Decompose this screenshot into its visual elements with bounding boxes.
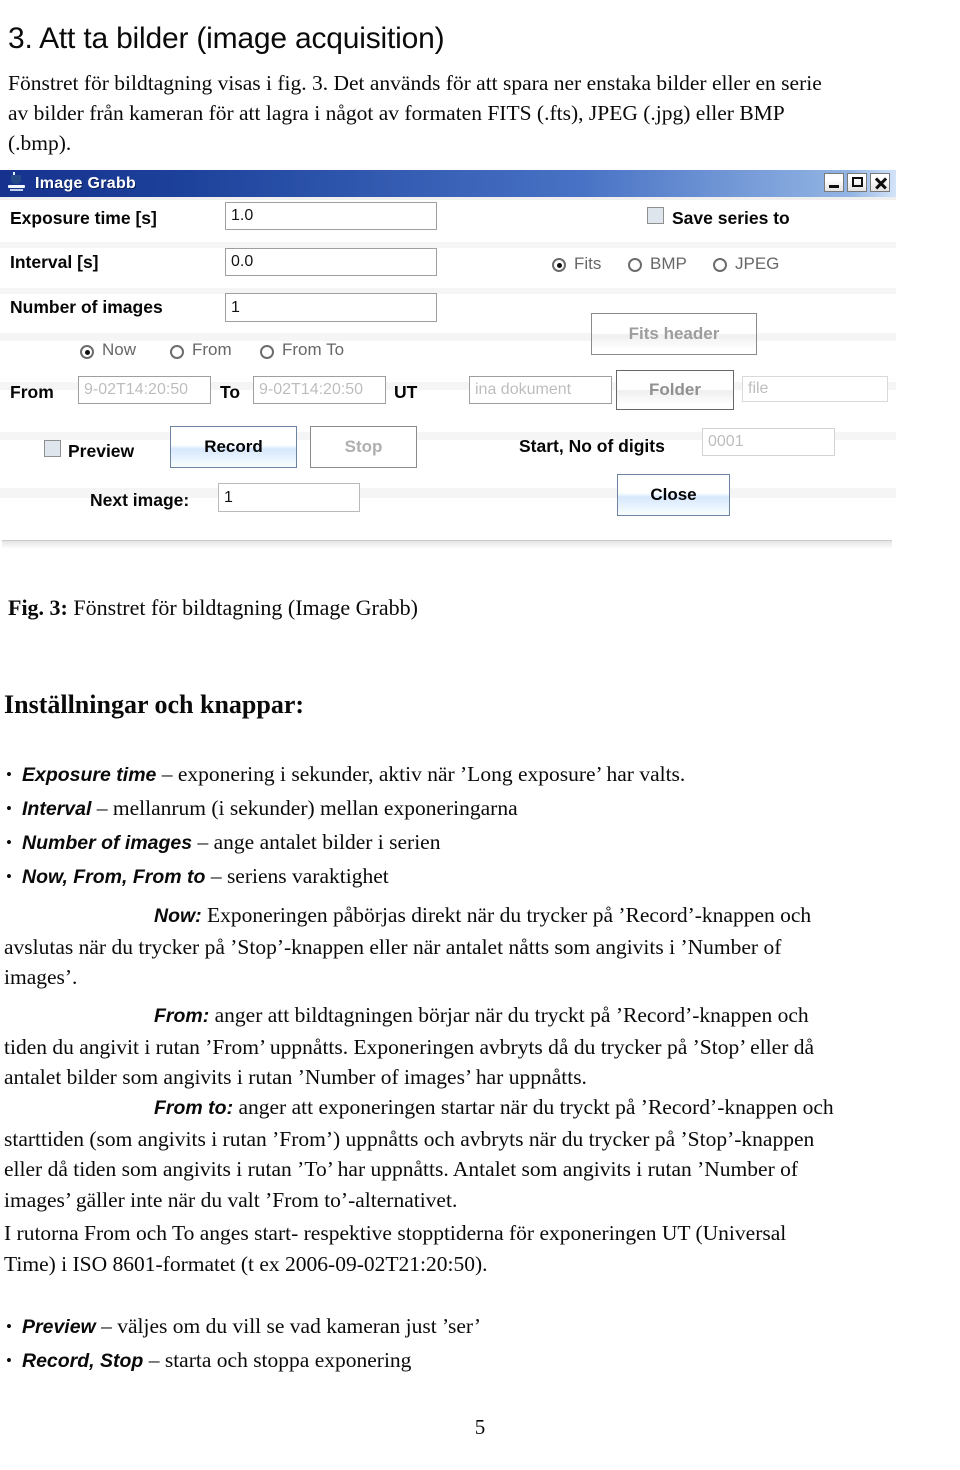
list-item: Preview – väljes om du vill se vad kamer… <box>4 1310 956 1344</box>
interval-input[interactable]: 0.0 <box>225 248 437 276</box>
time-radio-from-to[interactable] <box>260 345 274 359</box>
intro-line: Fönstret för bildtagning visas i fig. 3.… <box>8 71 822 95</box>
paragraph-ut-note: I rutorna From och To anges start- respe… <box>4 1218 958 1279</box>
paragraph-line: eller då tiden som angivits i rutan ’To’… <box>4 1157 799 1181</box>
intro-line: (.bmp). <box>8 131 72 155</box>
figure-image-grabb-window: Image Grabb Exposure time [s] 1.0 Save s… <box>0 170 896 552</box>
format-radio-jpeg[interactable] <box>713 258 727 272</box>
paragraph-from: From: anger att bildtagningen börjar när… <box>4 1000 958 1093</box>
row-divider <box>0 288 896 294</box>
preview-label: Preview <box>68 441 135 461</box>
paragraph-line: images’. <box>4 965 78 989</box>
window-status-bar <box>2 540 892 550</box>
folder-button[interactable]: Folder <box>616 370 734 410</box>
number-of-images-input[interactable]: 1 <box>225 293 437 322</box>
time-radio-now-label: Now <box>102 340 137 359</box>
window-titlebar: Image Grabb <box>0 170 896 197</box>
bullet-term: Preview <box>22 1316 96 1338</box>
coffee-cup-icon <box>7 172 26 193</box>
file-name-input[interactable]: file <box>742 376 888 402</box>
maximize-icon[interactable] <box>847 173 867 192</box>
number-of-images-label: Number of images <box>10 297 163 317</box>
from-input[interactable]: 9-02T14:20:50 <box>78 376 211 404</box>
exposure-time-input[interactable]: 1.0 <box>225 202 437 230</box>
bullet-term: Interval <box>22 798 92 820</box>
bullet-text: – exponering i sekunder, aktiv när ’Long… <box>156 762 686 786</box>
window-title: Image Grabb <box>35 174 137 192</box>
bullet-term: Record, Stop <box>22 1350 144 1372</box>
list-item: Exposure time – exponering i sekunder, a… <box>4 758 956 792</box>
window-controls <box>824 173 890 192</box>
close-icon[interactable] <box>870 173 890 192</box>
paragraph-now: Now: Exponeringen påbörjas direkt när du… <box>4 900 958 993</box>
paragraph-line: anger att bildtagningen börjar när du tr… <box>209 1003 809 1027</box>
paragraph-line: I rutorna From och To anges start- respe… <box>4 1221 787 1245</box>
bullet-term: Number of images <box>22 832 193 854</box>
time-radio-now[interactable] <box>80 345 94 359</box>
save-series-to-checkbox[interactable] <box>647 207 664 224</box>
settings-bullet-list: Exposure time – exponering i sekunder, a… <box>4 758 956 894</box>
from-label: From <box>10 382 54 402</box>
record-button[interactable]: Record <box>170 426 297 468</box>
start-digits-input[interactable]: 0001 <box>702 428 835 456</box>
list-item: Interval – mellanrum (i sekunder) mellan… <box>4 792 956 826</box>
row-divider <box>0 197 896 200</box>
page-title: 3. Att ta bilder (image acquisition) <box>8 22 445 56</box>
row-divider <box>0 242 896 248</box>
figure-caption: Fig. 3: Fönstret för bildtagning (Image … <box>8 595 418 621</box>
intro-line: av bilder från kameran för att lagra i n… <box>8 101 785 125</box>
intro-paragraph: Fönstret för bildtagning visas i fig. 3.… <box>8 68 958 158</box>
list-item: Record, Stop – starta och stoppa exponer… <box>4 1344 956 1378</box>
paragraph-line: Exponeringen påbörjas direkt när du tryc… <box>201 903 812 927</box>
stop-button[interactable]: Stop <box>310 426 417 468</box>
minimize-icon[interactable] <box>824 173 844 192</box>
save-series-to-label: Save series to <box>672 208 790 228</box>
bullet-text: – väljes om du vill se vad kameran just … <box>95 1314 482 1338</box>
format-radio-bmp-label: BMP <box>650 254 687 273</box>
exposure-time-label: Exposure time [s] <box>10 208 157 228</box>
bullet-text: – seriens varaktighet <box>205 864 389 888</box>
list-item: Number of images – ange antalet bilder i… <box>4 826 956 860</box>
figure-caption-label: Fig. 3: <box>8 595 68 620</box>
time-radio-from-to-label: From To <box>282 340 345 359</box>
paragraph-line: anger att exponeringen startar när du tr… <box>233 1095 834 1119</box>
format-radio-bmp[interactable] <box>628 258 642 272</box>
to-input[interactable]: 9-02T14:20:50 <box>253 376 386 404</box>
paragraph-term: From: <box>154 1005 210 1027</box>
close-button[interactable]: Close <box>617 474 730 516</box>
preview-checkbox[interactable] <box>44 440 61 457</box>
start-no-of-digits-label: Start, No of digits <box>519 436 665 456</box>
section-heading: Inställningar och knappar: <box>4 690 305 719</box>
figure-caption-text: Fönstret för bildtagning (Image Grabb) <box>67 595 418 620</box>
page-number: 5 <box>474 1415 486 1439</box>
time-radio-from[interactable] <box>170 345 184 359</box>
next-image-input[interactable]: 1 <box>218 483 360 512</box>
paragraph-line: images’ gäller inte när du valt ’From to… <box>4 1187 458 1212</box>
buttons-bullet-list: Preview – väljes om du vill se vad kamer… <box>4 1310 956 1378</box>
paragraph-line: antalet bilder som angivits i rutan ’Num… <box>4 1065 587 1089</box>
paragraph-line: Time) i ISO 8601-formatet (t ex 2006-09-… <box>4 1251 488 1276</box>
interval-label: Interval [s] <box>10 252 99 272</box>
ut-label: UT <box>394 382 418 402</box>
format-radio-fits[interactable] <box>552 258 566 272</box>
paragraph-from-to: From to: anger att exponeringen startar … <box>4 1092 958 1215</box>
paragraph-line: avslutas när du trycker på ’Stop’-knappe… <box>4 934 782 959</box>
next-image-label: Next image: <box>90 490 190 510</box>
bullet-text: – ange antalet bilder i serien <box>192 830 441 854</box>
fits-header-button[interactable]: Fits header <box>591 313 757 355</box>
time-radio-from-label: From <box>192 340 232 359</box>
bullet-text: – starta och stoppa exponering <box>143 1348 412 1372</box>
paragraph-line: starttiden (som angivits i rutan ’From’)… <box>4 1126 815 1151</box>
bullet-term: Now, From, From to <box>22 866 206 888</box>
paragraph-term: From to: <box>154 1097 234 1119</box>
bullet-term: Exposure time <box>22 764 157 786</box>
folder-path-input[interactable]: ina dokument <box>469 376 612 404</box>
paragraph-line: tiden du angivit i rutan ’From’ uppnåtts… <box>4 1034 815 1059</box>
paragraph-term: Now: <box>154 905 202 927</box>
to-label: To <box>220 382 241 402</box>
format-radio-jpeg-label: JPEG <box>735 254 780 273</box>
list-item: Now, From, From to – seriens varaktighet <box>4 860 956 894</box>
format-radio-fits-label: Fits <box>574 254 602 273</box>
bullet-text: – mellanrum (i sekunder) mellan exponeri… <box>91 796 518 820</box>
